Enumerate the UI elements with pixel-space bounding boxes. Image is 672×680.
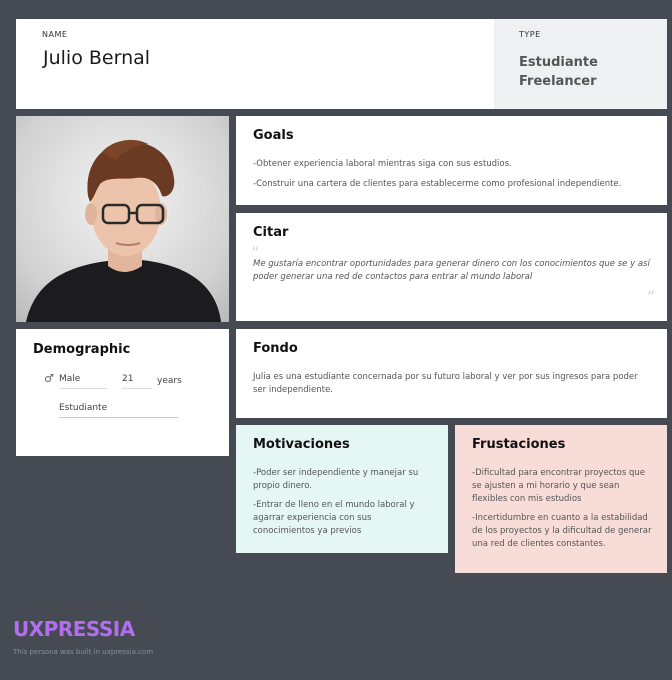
- uxpressia-logo[interactable]: UXPRESSIA: [13, 617, 135, 641]
- quote-text[interactable]: Me gustaría encontrar oportunidades para…: [253, 258, 653, 284]
- portrait-illustration: [26, 139, 221, 322]
- frustration-item: -Dificultad para encontrar proyectos que…: [472, 468, 646, 504]
- frustrations-title: Frustaciones: [472, 437, 566, 452]
- quote-card: Citar “ Me gustaría encontrar oportunida…: [236, 213, 667, 321]
- type-panel: TYPE Estudiante Freelancer: [494, 19, 667, 109]
- goal-item: -Construir una cartera de clientes para …: [253, 179, 622, 189]
- age-field[interactable]: 21: [122, 374, 152, 389]
- motivations-title: Motivaciones: [253, 437, 350, 452]
- background-text[interactable]: Julia es una estudiante concernada por s…: [253, 371, 653, 397]
- goals-card: Goals -Obtener experiencia laboral mient…: [236, 116, 667, 205]
- quote-title: Citar: [253, 225, 289, 240]
- name-label: NAME: [42, 30, 68, 39]
- goal-item: -Obtener experiencia laboral mientras si…: [253, 159, 512, 169]
- frustrations-card: Frustaciones -Dificultad para encontrar …: [455, 425, 667, 573]
- footer-note: This persona was built in uxpressia.com: [13, 648, 154, 656]
- goals-list[interactable]: -Obtener experiencia laboral mientras si…: [253, 158, 653, 198]
- age-unit-label: years: [157, 376, 182, 386]
- quote-close-icon: ”: [646, 287, 655, 306]
- gender-field[interactable]: Male: [59, 374, 107, 389]
- background-card: Fondo Julia es una estudiante concernada…: [236, 329, 667, 418]
- demographic-title: Demographic: [33, 342, 131, 357]
- background-title: Fondo: [253, 341, 298, 356]
- persona-name[interactable]: Julio Bernal: [43, 47, 150, 69]
- motivation-item: -Poder ser independiente y manejar su pr…: [253, 468, 419, 491]
- goals-title: Goals: [253, 128, 294, 143]
- frustrations-list[interactable]: -Dificultad para encontrar proyectos que…: [472, 467, 657, 557]
- persona-type[interactable]: Estudiante Freelancer: [519, 53, 659, 91]
- male-symbol-icon: ♂: [44, 372, 54, 385]
- persona-photo[interactable]: [16, 116, 229, 322]
- occupation-field[interactable]: Estudiante: [59, 403, 179, 418]
- type-label: TYPE: [519, 30, 541, 39]
- motivations-card: Motivaciones -Poder ser independiente y …: [236, 425, 448, 553]
- frustration-item: -Incertidumbre en cuanto a la estabilida…: [472, 513, 652, 549]
- demographic-card: Demographic ♂ Male 21 years Estudiante: [16, 329, 229, 456]
- motivation-item: -Entrar de lleno en el mundo laboral y a…: [253, 500, 415, 536]
- motivations-list[interactable]: -Poder ser independiente y manejar su pr…: [253, 467, 433, 544]
- persona-header: NAME Julio Bernal TYPE Estudiante Freela…: [16, 19, 667, 109]
